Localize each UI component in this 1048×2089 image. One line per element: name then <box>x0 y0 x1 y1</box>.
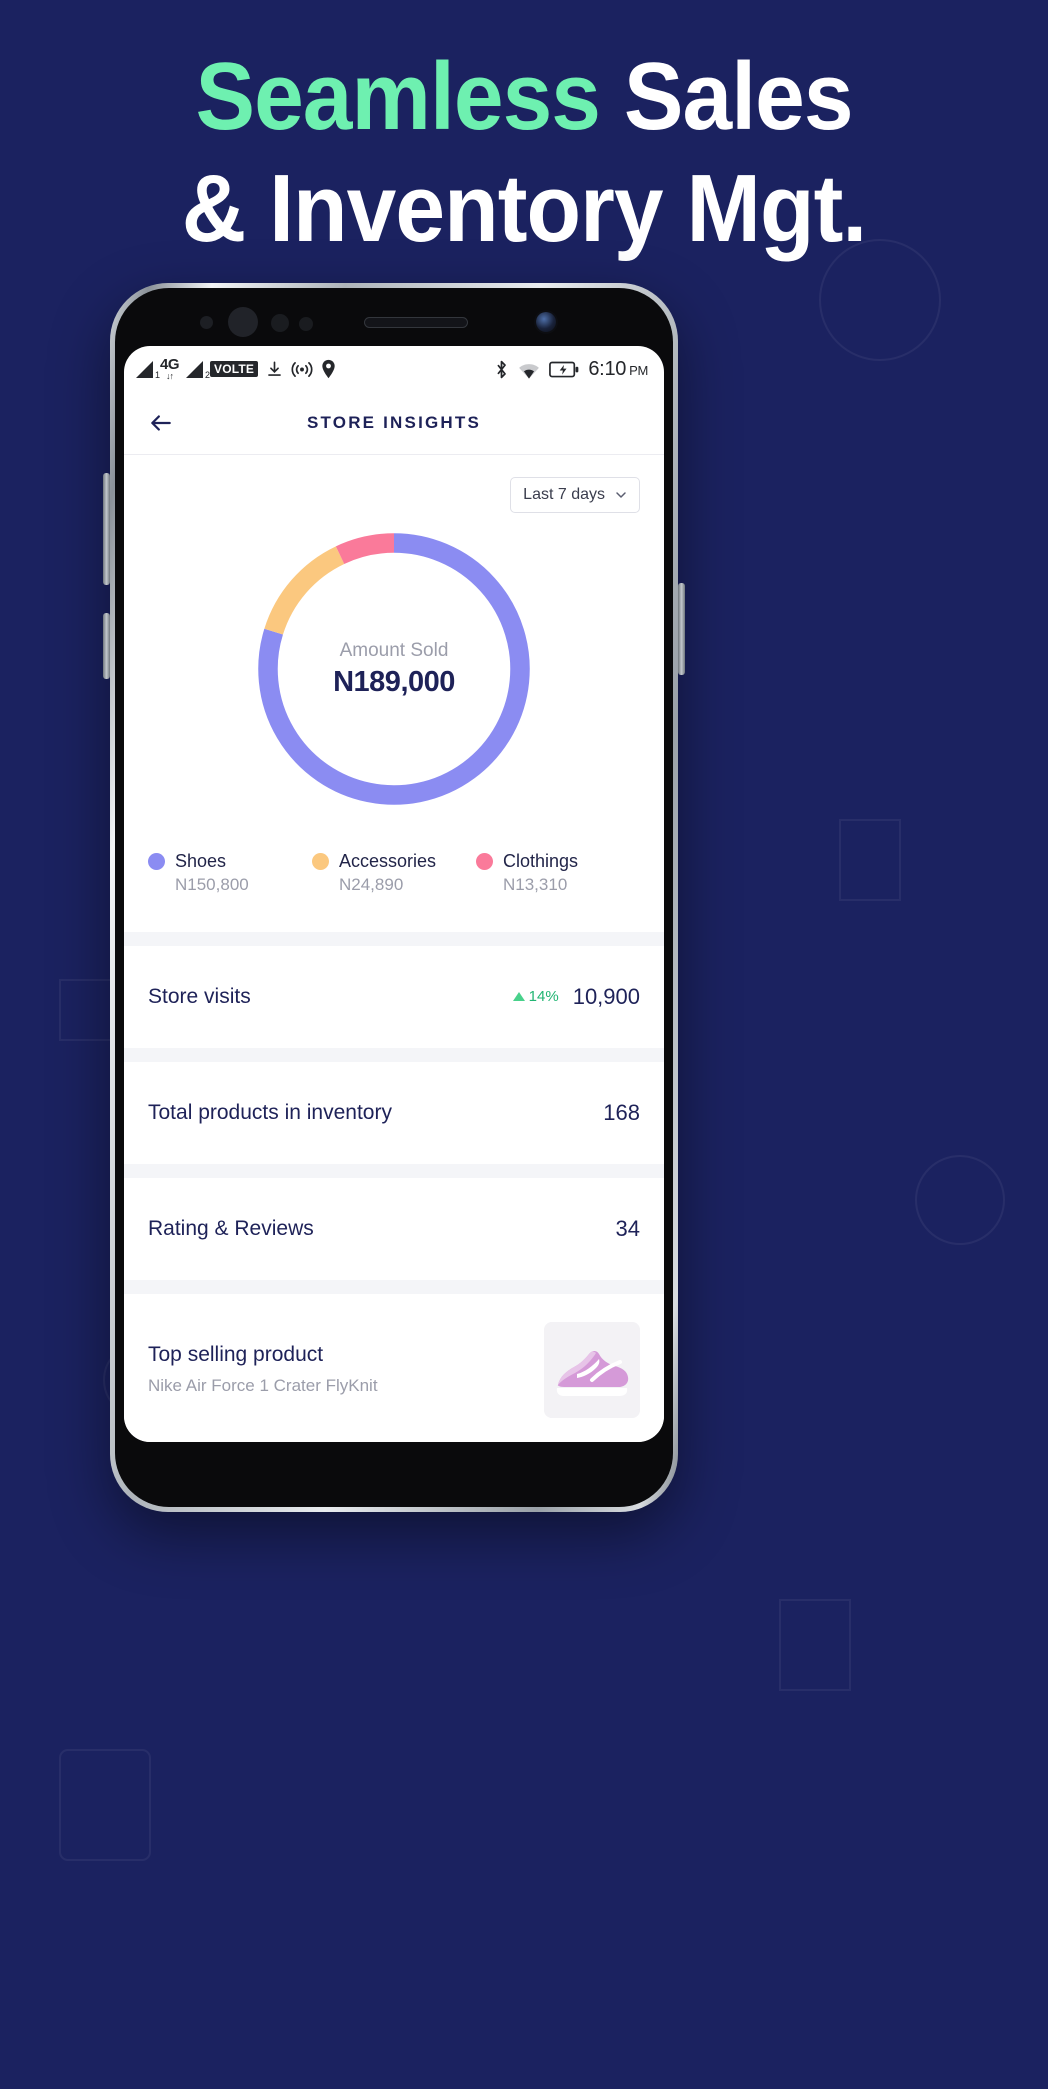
cast-icon <box>291 361 313 377</box>
section-divider <box>124 931 664 946</box>
legend-text: Clothings N13,310 <box>503 849 578 898</box>
legend-amount: N24,890 <box>339 875 404 895</box>
date-range-dropdown[interactable]: Last 7 days <box>510 477 640 513</box>
status-bar: 1 4G ↓↑ 2 VOLTE 6:10 PM <box>124 346 664 392</box>
chart-legend: Shoes N150,800 Accessories N24,890 Clothings… <box>124 819 664 932</box>
stat-row[interactable]: Store visits 14% 10,900 <box>124 945 664 1048</box>
stat-label: Store visits <box>148 984 251 1008</box>
sneaker-thumbnail <box>544 1321 640 1418</box>
sales-chart-card: Last 7 days Amount Sold N189,000 Shoes N… <box>124 455 664 932</box>
top-product-text: Top selling product Nike Air Force 1 Cra… <box>148 1343 378 1396</box>
stat-value: 168 <box>603 1099 640 1125</box>
section-divider <box>124 1279 664 1294</box>
volume-button[interactable] <box>103 473 110 585</box>
banner-headline: Seamless Sales & Inventory Mgt. <box>37 48 1012 258</box>
headline-accent-word: Seamless <box>195 43 601 150</box>
stat-value: 10,900 <box>572 983 640 1009</box>
donut-center-label: Amount Sold <box>339 639 449 661</box>
top-product-name: Nike Air Force 1 Crater FlyKnit <box>148 1376 378 1396</box>
location-pin-icon <box>322 359 335 379</box>
light-sensor-icon <box>271 314 289 332</box>
stat-row[interactable]: Rating & Reviews 34 <box>124 1177 664 1280</box>
legend-category-name: Shoes <box>175 851 227 871</box>
section-divider <box>124 1163 664 1178</box>
assistant-button[interactable] <box>103 613 110 679</box>
donut-center-value: N189,000 <box>333 665 455 698</box>
legend-text: Shoes N150,800 <box>175 849 249 898</box>
stat-delta: 14% <box>512 988 559 1006</box>
proximity-sensor-icon <box>200 316 213 329</box>
legend-amount: N13,310 <box>503 875 568 895</box>
legend-category-name: Clothings <box>503 851 579 871</box>
legend-text: Accessories N24,890 <box>339 849 436 898</box>
date-range-label: Last 7 days <box>523 486 605 503</box>
power-button[interactable] <box>678 583 685 675</box>
legend-color-dot <box>148 853 165 870</box>
stat-right: 14% 10,900 <box>512 983 640 1010</box>
top-product-title: Top selling product <box>148 1343 324 1367</box>
legend-item: Clothings N13,310 <box>476 849 640 898</box>
bluetooth-icon <box>497 360 507 378</box>
page-title: STORE INSIGHTS <box>306 413 482 432</box>
headline-line-1-rest: Sales <box>600 43 854 150</box>
phone-bezel: 1 4G ↓↑ 2 VOLTE 6:10 PM STORE INSIGHTS L… <box>115 288 673 1507</box>
section-divider <box>124 1047 664 1062</box>
stat-label: Total products in inventory <box>148 1100 392 1124</box>
led-indicator-icon <box>299 317 313 331</box>
signal-1-icon: 1 <box>136 360 160 380</box>
stat-right: 168 <box>603 1100 640 1126</box>
stat-right: 34 <box>616 1216 640 1242</box>
wifi-icon <box>519 363 540 379</box>
phone-mockup: 1 4G ↓↑ 2 VOLTE 6:10 PM STORE INSIGHTS L… <box>103 283 685 1512</box>
legend-item: Shoes N150,800 <box>148 849 312 898</box>
iris-scanner-icon <box>228 307 258 337</box>
headline-line-1: Seamless Sales <box>37 48 1012 146</box>
top-selling-product-row[interactable]: Top selling product Nike Air Force 1 Cra… <box>124 1293 664 1442</box>
stat-delta-value: 14% <box>528 988 559 1006</box>
headline-line-2: & Inventory Mgt. <box>181 154 867 262</box>
status-time: 6:10 PM <box>588 357 648 380</box>
legend-color-dot <box>312 853 329 870</box>
trend-up-icon <box>512 992 525 1002</box>
volte-badge: VOLTE <box>210 361 259 377</box>
earpiece-speaker <box>364 317 468 328</box>
legend-color-dot <box>476 853 493 870</box>
chevron-down-icon <box>616 492 626 498</box>
battery-charging-icon <box>549 361 579 377</box>
signal-2-icon: 2 <box>186 360 210 380</box>
sneaker-image <box>544 1321 640 1418</box>
download-icon <box>268 361 282 376</box>
app-bar: STORE INSIGHTS <box>124 392 664 454</box>
stat-row[interactable]: Total products in inventory 168 <box>124 1061 664 1164</box>
legend-item: Accessories N24,890 <box>312 849 476 898</box>
amount-sold-donut-chart: Amount Sold N189,000 <box>244 519 544 819</box>
phone-top-bezel <box>124 298 664 346</box>
legend-amount: N150,800 <box>175 875 249 895</box>
4g-icon: 4G ↓↑ <box>160 356 180 381</box>
phone-screen: 1 4G ↓↑ 2 VOLTE 6:10 PM STORE INSIGHTS L… <box>124 346 664 1442</box>
stats-list: Store visits 14% 10,900 Total products in i… <box>124 945 664 1280</box>
stat-value: 34 <box>615 1215 640 1241</box>
front-camera-icon <box>536 312 556 332</box>
legend-category-name: Accessories <box>339 851 437 871</box>
stat-label: Rating & Reviews <box>148 1216 314 1240</box>
